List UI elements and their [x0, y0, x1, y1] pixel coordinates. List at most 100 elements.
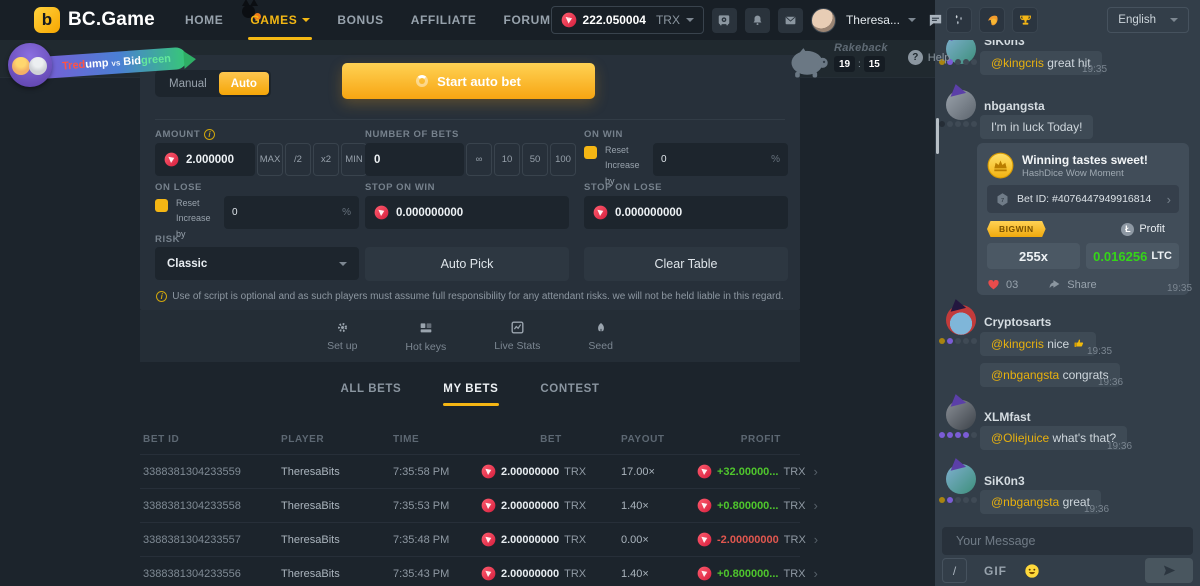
tab-my-bets[interactable]: MY BETS [443, 383, 498, 406]
thumbs-up-icon [1073, 337, 1085, 349]
panel-footer: Set up Hot keys Live Stats Seed [140, 310, 800, 362]
amount-double-button[interactable]: x2 [313, 143, 339, 176]
seed-button[interactable]: Seed [588, 321, 613, 352]
table-row[interactable]: 3388381304233556 TheresaBits 7:35:43 PM … [140, 556, 800, 586]
nav-games[interactable]: GAMES [250, 0, 310, 40]
chat-username[interactable]: XLMfast [984, 410, 1031, 424]
share-icon[interactable] [1048, 278, 1061, 291]
live-stats-button[interactable]: Live Stats [494, 320, 540, 352]
chevron-right-icon: › [813, 566, 817, 581]
on-lose-percent-input[interactable]: 0% [224, 196, 359, 229]
tab-contest[interactable]: CONTEST [540, 383, 599, 406]
contest-button[interactable] [1012, 7, 1038, 33]
likes-count: 03 [1006, 279, 1018, 291]
auto-tab[interactable]: Auto [219, 72, 269, 95]
question-icon: ? [908, 50, 923, 65]
nav-forum[interactable]: FORUM [504, 0, 551, 40]
amount-half-button[interactable]: /2 [285, 143, 311, 176]
bets-100-button[interactable]: 100 [550, 143, 576, 176]
chat-toggle-button[interactable] [924, 12, 948, 29]
chevron-right-icon: › [814, 532, 818, 547]
info-icon: i [156, 291, 167, 302]
vault-button[interactable] [712, 8, 737, 33]
number-of-bets-input[interactable]: 0 [365, 143, 464, 176]
trx-coin-icon [697, 566, 712, 581]
on-lose-reset-checkbox[interactable] [155, 199, 168, 212]
avatar[interactable] [946, 400, 976, 430]
table-row[interactable]: 3388381304233558 TheresaBits 7:35:53 PM … [140, 488, 800, 522]
amount-min-button[interactable]: MIN [341, 143, 367, 176]
avatar[interactable] [946, 90, 976, 120]
table-row[interactable]: 3388381304233559 TheresaBits 7:35:58 PM … [140, 454, 800, 488]
logo[interactable]: b BC.Game [34, 7, 155, 33]
bets-infinity-button[interactable]: ∞ [466, 143, 492, 176]
promo-banner[interactable]: TredumpvsBidgreen [8, 41, 188, 87]
amount-label: AMOUNTi [155, 129, 215, 140]
timer-seconds: 15 [864, 56, 885, 72]
chat-message-input[interactable] [954, 533, 1181, 549]
start-auto-bet-button[interactable]: Start auto bet [342, 63, 595, 99]
chat-username[interactable]: nbgangsta [984, 99, 1045, 113]
rakeback-widget[interactable]: Rakeback 19 : 15 ? Help [786, 42, 950, 80]
avatar[interactable] [946, 464, 976, 494]
on-win-label: ON WIN [584, 129, 623, 140]
notifications-button[interactable] [745, 8, 770, 33]
setup-button[interactable]: Set up [327, 320, 357, 352]
chat-username[interactable]: Cryptosarts [984, 315, 1051, 329]
emoji-button[interactable] [1024, 563, 1040, 579]
chat-username[interactable]: SiK0n3 [984, 474, 1025, 488]
gif-button[interactable]: GIF [984, 564, 1007, 578]
nav-bonus[interactable]: BONUS [337, 0, 383, 40]
send-button[interactable] [1145, 558, 1193, 583]
on-lose-options[interactable]: ResetIncrease by [176, 196, 220, 242]
chevron-right-icon: › [1167, 192, 1171, 207]
risk-select[interactable]: Classic [155, 247, 359, 280]
heart-icon[interactable] [987, 278, 1000, 291]
win-card-subtitle: HashDice Wow Moment [1022, 168, 1148, 179]
auto-pick-button[interactable]: Auto Pick [365, 247, 569, 281]
bc-game-app: b BC.Game HOME GAMES BONUS AFFILIATE FOR… [0, 0, 1200, 586]
user-avatar[interactable] [811, 8, 836, 33]
chevron-down-icon [908, 18, 916, 22]
chat-message[interactable]: I'm in luck Today! [980, 115, 1093, 139]
user-name[interactable]: Theresa... [846, 13, 900, 27]
chat-message[interactable]: @nbgangsta great [980, 490, 1101, 514]
win-share-card[interactable]: Winning tastes sweet! HashDice Wow Momen… [977, 143, 1189, 295]
tab-all-bets[interactable]: ALL BETS [340, 383, 401, 406]
nav-affiliate[interactable]: AFFILIATE [411, 0, 477, 40]
on-lose-group: ResetIncrease by 0% [155, 196, 359, 242]
balance-selector[interactable]: 222.050004 TRX [551, 6, 704, 34]
win-card-bet-id[interactable]: 7 Bet ID: #4076447949916814 › [987, 185, 1179, 213]
trx-coin-icon [593, 205, 608, 220]
on-win-percent-input[interactable]: 0% [653, 143, 788, 176]
stop-on-win-input[interactable]: 0.000000000 [365, 196, 569, 229]
amount-input[interactable]: 2.000000 [155, 143, 255, 176]
nav-home[interactable]: HOME [185, 0, 223, 40]
promo-ribbon: TredumpvsBidgreen [35, 47, 187, 79]
help-button[interactable]: ? Help [908, 50, 951, 65]
gear-icon [335, 320, 350, 335]
table-row[interactable]: 3388381304233557 TheresaBits 7:35:48 PM … [140, 522, 800, 556]
trx-coin-icon [481, 498, 496, 513]
brand-name: BC.Game [68, 9, 155, 31]
rakeback-timer-group: Rakeback 19 : 15 [834, 42, 888, 72]
stop-on-lose-input[interactable]: 0.000000000 [584, 196, 788, 229]
chat-message[interactable]: @kingcris nice [980, 332, 1096, 356]
share-label[interactable]: Share [1067, 279, 1096, 291]
avatar[interactable] [946, 305, 976, 335]
messages-button[interactable] [778, 8, 803, 33]
on-win-reset-checkbox[interactable] [584, 146, 597, 159]
clear-table-button[interactable]: Clear Table [584, 247, 788, 281]
language-select[interactable]: English [1107, 7, 1189, 33]
stop-on-lose-label: STOP ON LOSE [584, 182, 662, 193]
command-button[interactable]: / [942, 558, 967, 583]
hot-keys-button[interactable]: Hot keys [405, 320, 446, 353]
bets-10-button[interactable]: 10 [494, 143, 520, 176]
chat-message[interactable]: @Oliejuice what's that? [980, 426, 1127, 450]
hot-games-button[interactable] [979, 7, 1005, 33]
rakeback-label: Rakeback [834, 42, 888, 54]
main-area: b BC.Game HOME GAMES BONUS AFFILIATE FOR… [0, 0, 935, 586]
risk-label: RISK [155, 234, 180, 245]
amount-max-button[interactable]: MAX [257, 143, 283, 176]
bets-50-button[interactable]: 50 [522, 143, 548, 176]
